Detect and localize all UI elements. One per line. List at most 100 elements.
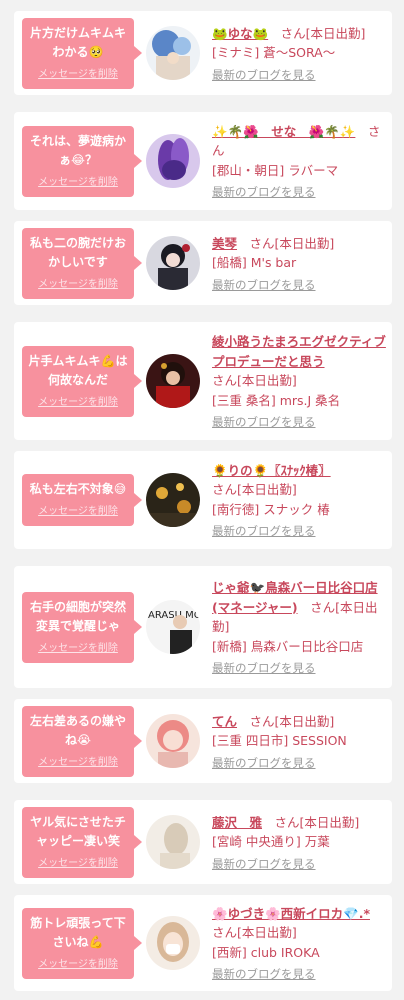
message-card: 私も左右不対象😅 メッセージを削除 🌻りの🌻〖ｽﾅｯｸ椿〗 さん[本日出勤] […	[14, 451, 392, 549]
latest-blog-link[interactable]: 最新のブログを見る	[212, 523, 316, 539]
message-text: 私も二の腕だけおかしいです	[29, 235, 126, 269]
user-name-link[interactable]: 🐸ゆな🐸	[212, 26, 268, 41]
latest-blog-link[interactable]: 最新のブログを見る	[212, 966, 316, 982]
latest-blog-link[interactable]: 最新のブログを見る	[212, 755, 316, 771]
message-bubble: ヤル気にさせたチャッピー凄い笑 メッセージを削除	[22, 806, 142, 878]
message-bubble-column: 右手の細胞が突然変異で覚醒じゃ メッセージを削除	[20, 591, 142, 663]
message-text: 筋トレ頑張って下さいね💪	[30, 915, 126, 949]
user-info: 🌸ゆづき🌸西新イロカ💎.* さん[本日出勤] [西新] club IROKA 最…	[212, 904, 386, 983]
avatar[interactable]	[146, 134, 200, 188]
user-name-link[interactable]: 🌸ゆづき🌸西新イロカ💎.*	[212, 906, 370, 921]
avatar[interactable]	[146, 354, 200, 408]
san-status: さん[本日出勤]	[212, 482, 297, 498]
user-name-link[interactable]: 🌻りの🌻〖ｽﾅｯｸ椿〗	[212, 463, 331, 478]
avatar[interactable]	[146, 815, 200, 869]
area-shop: [郡山・朝日] ラバーマ	[212, 162, 339, 178]
message-card: 筋トレ頑張って下さいね💪 メッセージを削除 🌸ゆづき🌸西新イロカ💎.* さん[本…	[14, 895, 392, 991]
avatar[interactable]	[146, 916, 200, 970]
latest-blog-link[interactable]: 最新のブログを見る	[212, 67, 316, 83]
user-name-link[interactable]: ✨🌴🌺 せな 🌺🌴✨	[212, 124, 355, 139]
message-feed: 片方だけムキムキわかる🥺 メッセージを削除 🐸ゆな🐸 さん[本日出勤] [ミナミ…	[0, 0, 404, 991]
latest-blog-link[interactable]: 最新のブログを見る	[212, 660, 316, 676]
message-text: 左右差あるの嫌やね😭	[29, 713, 126, 747]
san-status: さん[本日出勤]	[212, 373, 297, 388]
message-card: 左右差あるの嫌やね😭 メッセージを削除 てん さん[本日出勤] [三重 四日市]…	[14, 699, 392, 783]
avatar[interactable]	[146, 473, 200, 527]
latest-blog-link[interactable]: 最新のブログを見る	[212, 184, 316, 200]
delete-message-link[interactable]: メッセージを削除	[38, 176, 118, 190]
user-info: てん さん[本日出勤] [三重 四日市] SESSION 最新のブログを見る	[212, 712, 386, 771]
avatar-column	[134, 916, 212, 970]
message-bubble-column: 片方だけムキムキわかる🥺 メッセージを削除	[20, 17, 142, 89]
avatar-photo	[146, 916, 200, 970]
avatar-column	[134, 815, 212, 869]
area-shop: [新橋] 鳥森バー日比谷口店	[212, 638, 364, 654]
user-info: じゃ爺🐦‍⬛鳥森バー日比谷口店(マネージャー) さん[本日出勤] [新橋] 鳥森…	[212, 578, 386, 676]
avatar-photo	[146, 236, 200, 290]
user-name-link[interactable]: 美琴	[212, 236, 237, 251]
avatar-column: ARASU MO BAI	[134, 600, 212, 654]
message-text: 片方だけムキムキわかる🥺	[29, 25, 126, 59]
message-card: ヤル気にさせたチャッピー凄い笑 メッセージを削除 藤沢 雅 さん[本日出勤] […	[14, 800, 392, 884]
avatar-column	[134, 354, 212, 408]
area-shop: [西新] club IROKA	[212, 944, 320, 960]
avatar[interactable]	[146, 26, 200, 80]
delete-message-link[interactable]: メッセージを削除	[38, 278, 118, 292]
user-name-link[interactable]: てん	[212, 714, 237, 729]
user-info: 綾小路うたまろエグゼクティブプロデューだと思う さん[本日出勤] [三重 桑名]…	[212, 332, 386, 430]
delete-message-link[interactable]: メッセージを削除	[38, 857, 118, 871]
area-shop: [ミナミ] 蒼〜SORA〜	[212, 45, 336, 60]
avatar-column	[134, 134, 212, 188]
message-bubble-column: 左右差あるの嫌やね😭 メッセージを削除	[20, 705, 142, 777]
area-shop: [南行徳] スナック 椿	[212, 501, 330, 517]
san-status: さん[本日出勤]	[237, 713, 335, 729]
area-shop: [宮崎 中央通り] 万葉	[212, 834, 330, 849]
message-bubble: 右手の細胞が突然変異で覚醒じゃ メッセージを削除	[22, 591, 142, 663]
user-name-link[interactable]: 藤沢 雅	[212, 815, 262, 830]
message-text: それは、夢遊病かぁ😂？	[29, 133, 126, 167]
message-text: 右手の細胞が突然変異で覚醒じゃ	[29, 599, 126, 633]
delete-message-link[interactable]: メッセージを削除	[38, 396, 118, 410]
user-name-link[interactable]: 綾小路うたまろエグゼクティブプロデューだと思う	[212, 334, 386, 369]
latest-blog-link[interactable]: 最新のブログを見る	[212, 277, 316, 293]
delete-message-link[interactable]: メッセージを削除	[38, 68, 118, 82]
message-card: それは、夢遊病かぁ😂？ メッセージを削除 ✨🌴🌺 せな 🌺🌴✨ さん [郡山・朝…	[14, 112, 392, 210]
message-bubble: 私も左右不対象😅 メッセージを削除	[22, 474, 142, 526]
user-info: 美琴 さん[本日出勤] [船橋] M's bar 最新のブログを見る	[212, 234, 386, 293]
avatar-photo	[146, 714, 200, 768]
latest-blog-link[interactable]: 最新のブログを見る	[212, 414, 316, 430]
avatar[interactable]: ARASU MO BAI	[146, 600, 200, 654]
user-info: 🐸ゆな🐸 さん[本日出勤] [ミナミ] 蒼〜SORA〜 最新のブログを見る	[212, 24, 386, 83]
avatar[interactable]	[146, 236, 200, 290]
delete-message-link[interactable]: メッセージを削除	[38, 642, 118, 656]
message-card: 私も二の腕だけおかしいです メッセージを削除 美琴 さん[本日出勤] [船橋] …	[14, 221, 392, 305]
san-status: さん[本日出勤]	[268, 25, 366, 41]
message-bubble-column: 私も二の腕だけおかしいです メッセージを削除	[20, 227, 142, 299]
message-bubble: 筋トレ頑張って下さいね💪 メッセージを削除	[22, 907, 142, 979]
message-text: ヤル気にさせたチャッピー凄い笑	[30, 814, 126, 848]
message-bubble-column: 私も左右不対象😅 メッセージを削除	[20, 474, 142, 526]
avatar-photo	[146, 815, 200, 869]
avatar-photo	[146, 473, 200, 527]
avatar-photo: ARASU MO BAI	[146, 600, 200, 654]
avatar-column	[134, 473, 212, 527]
message-bubble-column: 片手ムキムキ💪は何故なんだ メッセージを削除	[20, 345, 142, 417]
message-bubble-column: 筋トレ頑張って下さいね💪 メッセージを削除	[20, 907, 142, 979]
message-bubble-column: それは、夢遊病かぁ😂？ メッセージを削除	[20, 125, 142, 197]
message-bubble-column: ヤル気にさせたチャッピー凄い笑 メッセージを削除	[20, 806, 142, 878]
message-bubble: 片手ムキムキ💪は何故なんだ メッセージを削除	[22, 345, 142, 417]
message-card: 右手の細胞が突然変異で覚醒じゃ メッセージを削除 ARASU MO BAI じゃ…	[14, 566, 392, 688]
user-info: ✨🌴🌺 せな 🌺🌴✨ さん [郡山・朝日] ラバーマ 最新のブログを見る	[212, 122, 386, 201]
delete-message-link[interactable]: メッセージを削除	[38, 505, 118, 519]
area-shop: [船橋] M's bar	[212, 255, 297, 270]
latest-blog-link[interactable]: 最新のブログを見る	[212, 856, 316, 872]
delete-message-link[interactable]: メッセージを削除	[38, 958, 118, 972]
san-status: さん[本日出勤]	[237, 235, 335, 251]
delete-message-link[interactable]: メッセージを削除	[38, 756, 118, 770]
area-shop: [三重 桑名] mrs.J 桑名	[212, 392, 341, 408]
message-bubble: それは、夢遊病かぁ😂？ メッセージを削除	[22, 125, 142, 197]
avatar-photo	[146, 134, 200, 188]
avatar-column	[134, 236, 212, 290]
avatar[interactable]	[146, 714, 200, 768]
avatar-photo	[146, 354, 200, 408]
